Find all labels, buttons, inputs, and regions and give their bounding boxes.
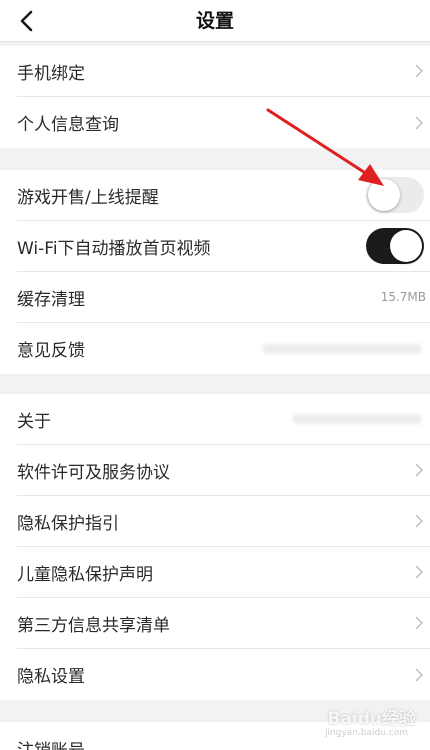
watermark-url: jingyan.baidu.com	[324, 728, 408, 738]
setting-row-wifi-autoplay: Wi-Fi下自动播放首页视频	[17, 221, 430, 272]
chevron-right-icon	[415, 565, 424, 579]
setting-label: 儿童隐私保护声明	[17, 564, 153, 585]
setting-row-third-party-sharing[interactable]: 第三方信息共享清单	[17, 598, 430, 649]
settings-group-about: 关于 软件许可及服务协议 隐私保护指引 儿童隐私保护声明 第三方信息共享清单 隐…	[0, 394, 430, 700]
setting-label: 缓存清理	[17, 289, 85, 310]
page-title: 设置	[195, 10, 234, 32]
chevron-right-icon	[415, 64, 424, 78]
chevron-right-icon	[415, 616, 424, 630]
nav-bar: 设置	[0, 0, 430, 42]
chevron-right-icon	[415, 463, 424, 477]
chevron-right-icon	[415, 115, 424, 130]
setting-label: 游戏开售/上线提醒	[17, 187, 159, 208]
watermark-logo: Baidu经验	[327, 709, 416, 729]
toggle-knob	[390, 230, 422, 262]
setting-label: 隐私保护指引	[17, 513, 119, 534]
setting-label: 软件许可及服务协议	[17, 462, 170, 483]
setting-row-privacy-guide[interactable]: 隐私保护指引	[17, 496, 430, 547]
setting-label: 个人信息查询	[17, 115, 119, 135]
setting-label: 第三方信息共享清单	[17, 615, 170, 636]
setting-row-clear-cache[interactable]: 缓存清理 15.7MB	[17, 272, 430, 323]
settings-group-general: 游戏开售/上线提醒 Wi-Fi下自动播放首页视频 缓存清理 15.7MB 意见反…	[0, 170, 430, 374]
setting-label: 手机绑定	[17, 63, 85, 84]
chevron-right-icon	[415, 514, 424, 528]
setting-row-license-agreement[interactable]: 软件许可及服务协议	[17, 445, 430, 496]
setting-label: 隐私设置	[17, 667, 85, 687]
setting-row-child-privacy[interactable]: 儿童隐私保护声明	[17, 547, 430, 598]
cache-size-value: 15.7MB	[380, 290, 426, 304]
chevron-right-icon	[415, 667, 424, 682]
setting-label: 意见反馈	[17, 341, 85, 361]
wifi-autoplay-toggle[interactable]	[366, 228, 424, 264]
annotation-arrow-icon	[266, 108, 384, 186]
blurred-value	[262, 343, 422, 354]
setting-label: 关于	[17, 411, 51, 432]
blurred-value	[292, 414, 422, 424]
setting-row-feedback[interactable]: 意见反馈	[17, 323, 430, 374]
setting-row-phone-binding[interactable]: 手机绑定	[17, 46, 430, 97]
setting-row-privacy-settings[interactable]: 隐私设置	[17, 649, 430, 700]
setting-row-about[interactable]: 关于	[17, 394, 430, 445]
setting-label: 注销账号	[17, 736, 85, 750]
setting-label: Wi-Fi下自动播放首页视频	[17, 238, 211, 259]
